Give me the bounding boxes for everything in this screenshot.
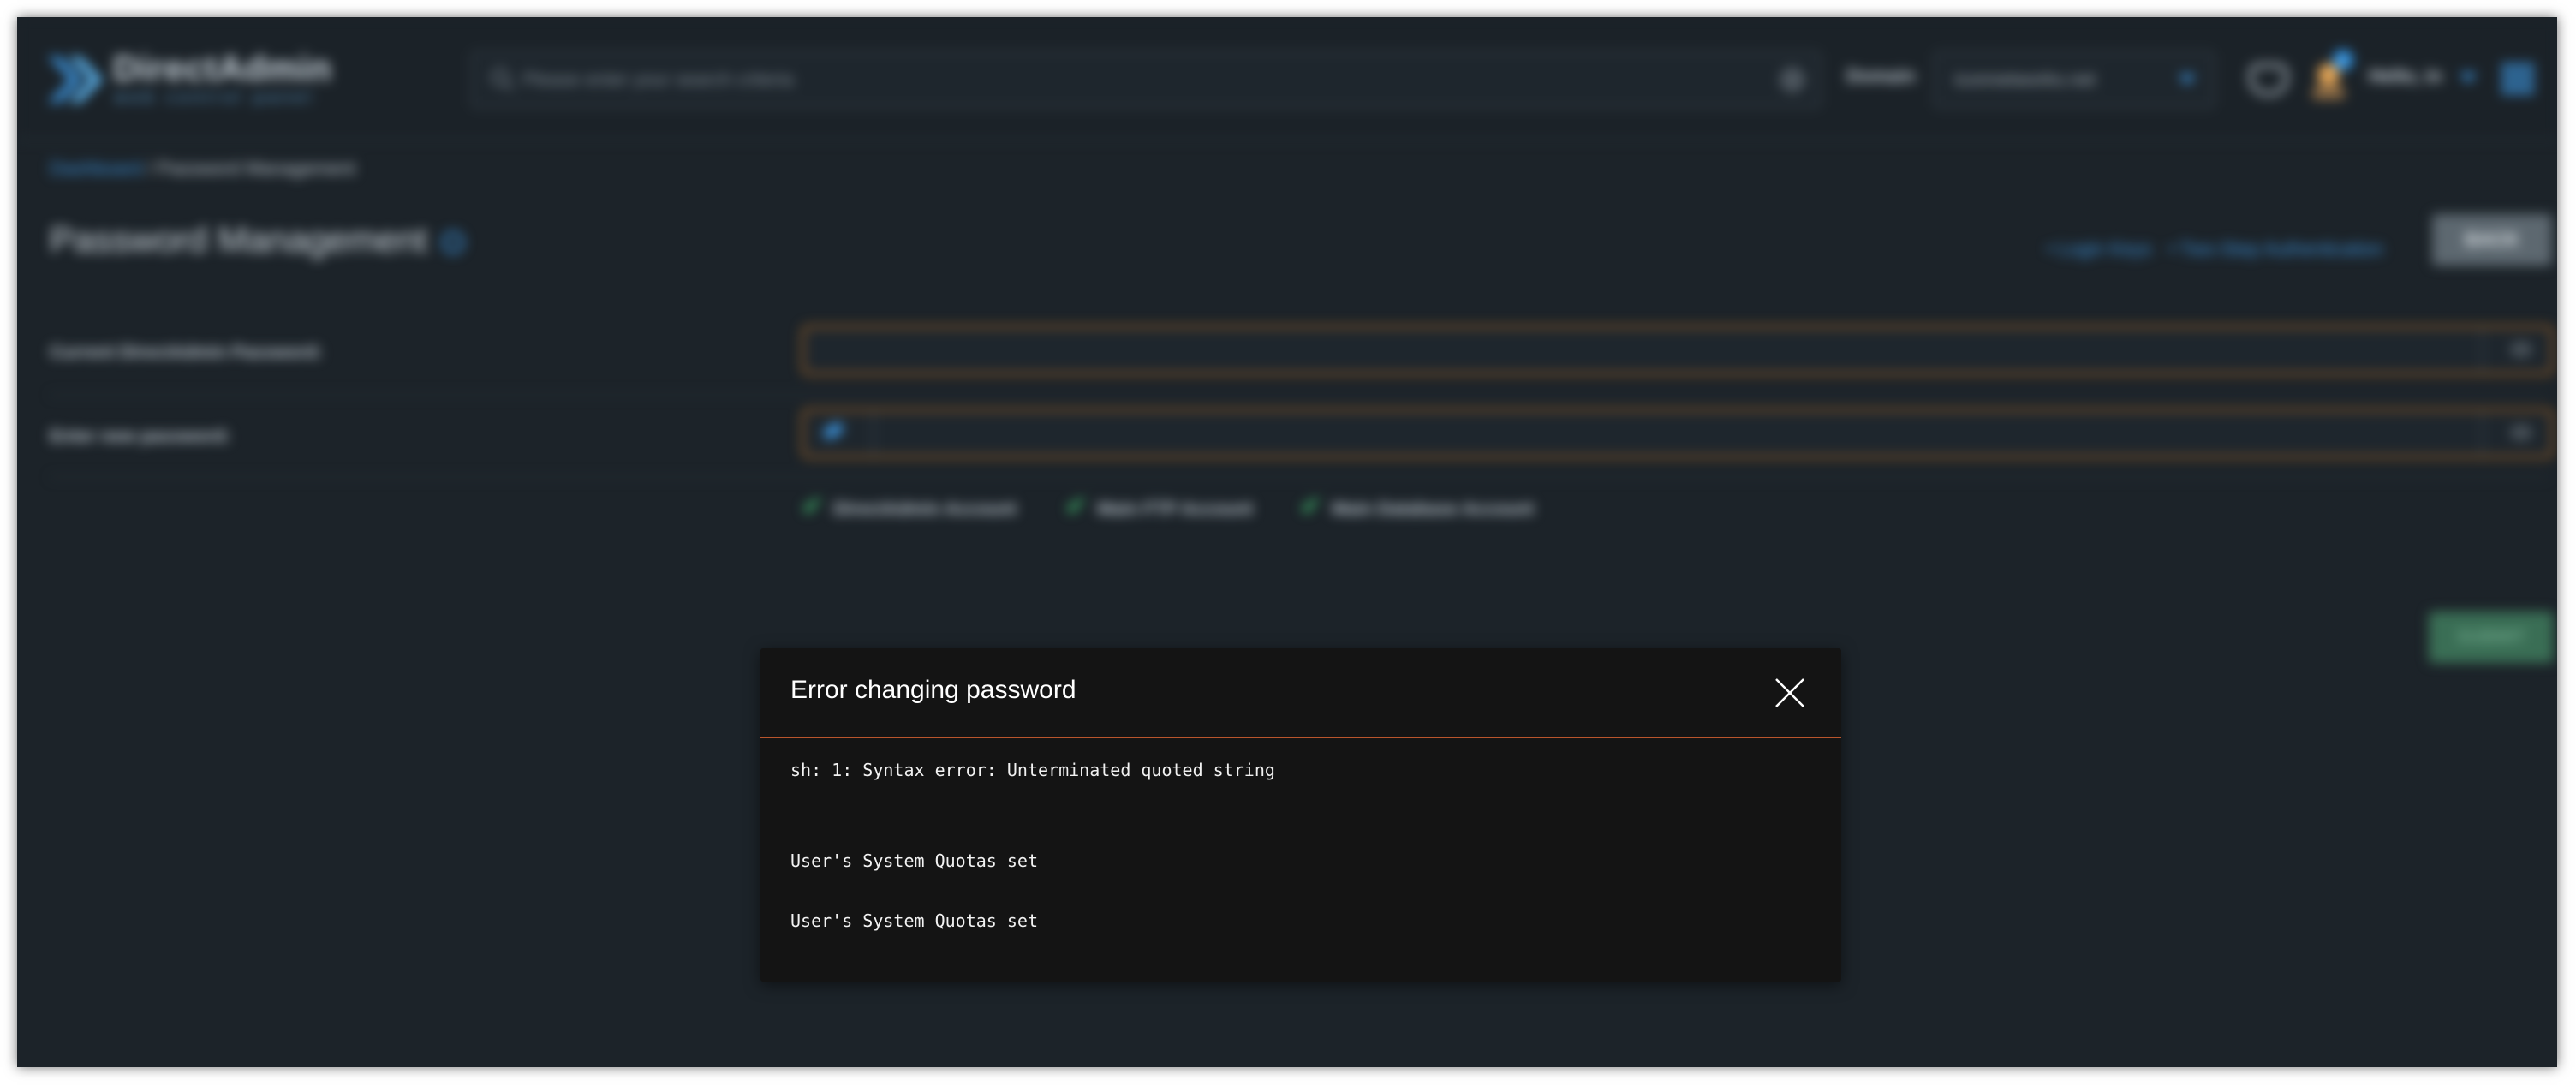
top-header: DirectAdmin web control panel Please ent… — [17, 17, 2557, 140]
domain-label: Domain — [1846, 65, 1916, 87]
two-step-auth-link[interactable]: • Two-Step Authentication — [2168, 238, 2383, 260]
breadcrumb-dashboard-link[interactable]: Dashboard — [50, 158, 142, 179]
checkmark-icon: ✔ — [1300, 492, 1322, 521]
user-greeting[interactable]: Hello, in — [2369, 65, 2442, 87]
search-placeholder: Please enter your search criteria — [522, 69, 794, 90]
breadcrumb-current: Password Management — [157, 158, 356, 179]
checkmark-icon: ✔ — [802, 492, 824, 521]
divider — [50, 394, 2549, 396]
quota-message-line: User's System Quotas set — [790, 910, 1038, 931]
logo-title: DirectAdmin — [113, 48, 332, 88]
new-password-input[interactable] — [802, 409, 2554, 458]
avatar-body — [2312, 84, 2345, 99]
gear-icon[interactable] — [1780, 67, 1805, 92]
back-button[interactable]: BACK — [2432, 214, 2552, 266]
field-separator — [873, 411, 874, 456]
help-icon[interactable] — [442, 231, 464, 254]
checkbox-main-ftp-account[interactable]: ✔ Main FTP Account — [1065, 492, 1253, 522]
support-headset-icon[interactable] — [2249, 63, 2288, 96]
quota-message-line: User's System Quotas set — [790, 850, 1038, 871]
directadmin-logo-icon — [48, 57, 103, 103]
eye-icon[interactable] — [2512, 343, 2531, 355]
login-keys-link[interactable]: • Login Keys — [2047, 238, 2152, 260]
apps-grid-icon[interactable] — [2502, 63, 2533, 94]
search-input[interactable]: Please enter your search criteria — [471, 51, 1821, 108]
checkbox-label: DirectAdmin Account — [833, 499, 1017, 519]
search-icon — [491, 68, 515, 92]
close-icon[interactable] — [1774, 677, 1805, 708]
breadcrumb: Dashboard / Password Management — [50, 158, 355, 180]
eye-icon[interactable] — [2512, 427, 2531, 439]
error-message-line: sh: 1: Syntax error: Unterminated quoted… — [790, 760, 1275, 780]
current-password-label: Current DirectAdmin Password: — [50, 343, 323, 362]
checkbox-label: Main Database Account — [1332, 499, 1535, 519]
modal-header: Error changing password — [760, 648, 1841, 738]
page-title: Password Management — [50, 219, 428, 260]
error-modal: Error changing password sh: 1: Syntax er… — [760, 648, 1841, 982]
checkmark-icon: ✔ — [1065, 492, 1088, 521]
field-separator — [2481, 411, 2483, 456]
domain-select[interactable]: iconnetworks.net — [1934, 51, 2215, 108]
field-separator — [2481, 328, 2483, 373]
app-window: DirectAdmin web control panel Please ent… — [17, 17, 2557, 1067]
current-password-input[interactable] — [802, 325, 2554, 375]
chevron-down-icon — [2179, 75, 2196, 85]
domain-value: iconnetworks.net — [1954, 69, 2096, 90]
submit-button[interactable]: SUBMIT — [2429, 612, 2554, 663]
new-password-label: Enter new password: — [50, 427, 231, 446]
checkbox-main-database-account[interactable]: ✔ Main Database Account — [1300, 492, 1534, 522]
notification-badge: 1 — [2333, 50, 2353, 70]
logo-subtitle: web control panel — [115, 89, 315, 107]
breadcrumb-separator: / — [141, 158, 158, 179]
checkbox-directadmin-account[interactable]: ✔ DirectAdmin Account — [802, 492, 1017, 522]
generate-password-icon[interactable] — [821, 420, 845, 442]
chevron-down-icon[interactable] — [2460, 73, 2477, 83]
modal-title: Error changing password — [790, 676, 1076, 704]
checkbox-label: Main FTP Account — [1097, 499, 1254, 519]
divider — [50, 476, 2549, 478]
